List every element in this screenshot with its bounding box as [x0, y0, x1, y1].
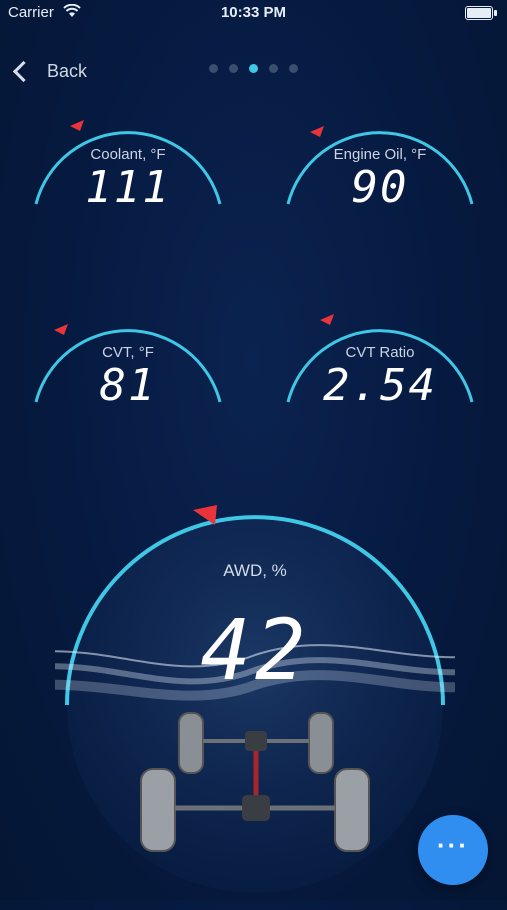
- gauge-label: CVT, °F: [102, 344, 154, 361]
- awd-value: 42: [200, 601, 310, 699]
- gauge-value: 111: [85, 162, 171, 213]
- clock: 10:33 PM: [220, 4, 287, 21]
- gauge-label: Coolant, °F: [90, 146, 166, 163]
- battery-icon: [465, 6, 497, 20]
- more-button[interactable]: ···: [418, 815, 488, 885]
- awd-gauge[interactable]: AWD, % 42: [0, 505, 507, 905]
- page-indicator[interactable]: [0, 64, 507, 73]
- coolant-gauge[interactable]: Coolant, °F 111: [28, 104, 228, 264]
- gauge-label: CVT Ratio: [345, 344, 415, 361]
- more-dots-icon: ···: [437, 830, 469, 860]
- page-dot[interactable]: [289, 64, 298, 73]
- gauge-value: 81: [99, 360, 157, 411]
- gauge-value: 90: [351, 162, 409, 213]
- awd-label: AWD, %: [223, 561, 287, 580]
- page-dot[interactable]: [229, 64, 238, 73]
- cvt-temp-gauge[interactable]: CVT, °F 81: [28, 302, 228, 462]
- page-dot-active[interactable]: [249, 64, 258, 73]
- indicator-arrow-icon: [54, 324, 68, 335]
- engine-oil-gauge[interactable]: Engine Oil, °F 90: [280, 104, 480, 264]
- page-dot[interactable]: [209, 64, 218, 73]
- indicator-arrow-icon: [70, 120, 84, 131]
- gauge-value: 2.54: [323, 360, 437, 411]
- indicator-arrow-icon: [320, 314, 334, 325]
- page-dot[interactable]: [269, 64, 278, 73]
- status-bar: Carrier 10:33 PM: [0, 0, 507, 30]
- gauge-label: Engine Oil, °F: [333, 146, 427, 163]
- cvt-ratio-gauge[interactable]: CVT Ratio 2.54: [280, 302, 480, 462]
- indicator-arrow-icon: [310, 126, 324, 137]
